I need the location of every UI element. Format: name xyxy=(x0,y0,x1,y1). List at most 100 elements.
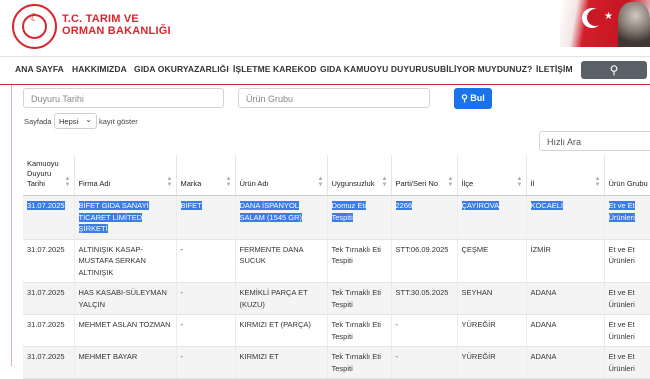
column-header-company[interactable]: Firma Adı ▲ ▼ xyxy=(74,155,177,196)
table-cell: BİFET xyxy=(176,195,236,240)
table-cell: 31.07.2025 xyxy=(23,195,75,240)
column-header-label: Ürün Adı xyxy=(239,179,269,188)
cell-text: Domuz Eti Tespiti xyxy=(331,201,367,222)
table-cell: MEHMET BAYAR xyxy=(74,346,177,379)
nav-item-biliyor-muydunuz[interactable]: BİLİYOR MUYDUNUZ? xyxy=(440,64,532,74)
nav-item-isletme-karekod[interactable]: İŞLETME KAREKOD xyxy=(233,64,317,74)
table-cell: MEHMET ASLAN TOZMAN xyxy=(74,314,177,347)
column-header-district[interactable]: İlçe ▲ ▼ xyxy=(457,155,527,196)
nav-item-gida-kamuoyu-duyurusu[interactable]: GIDA KAMUOYU DUYURUSU xyxy=(320,64,440,74)
main-content: Duyuru Tarihi Ürün Grubu ⚲ Bul Sayfada H… xyxy=(0,85,650,379)
column-header-label: Marka xyxy=(180,179,202,188)
product-group-input[interactable]: Ürün Grubu xyxy=(238,88,430,108)
table-cell: KIRMIZI ET (PARÇA) xyxy=(235,314,328,347)
page-size-select[interactable]: Hepsi ⌄ xyxy=(54,113,97,129)
table-cell: Domuz Eti Tespiti xyxy=(327,195,392,240)
table-cell: İZMİR xyxy=(526,239,605,283)
chevron-down-icon: ⌄ xyxy=(85,115,92,124)
column-header-product[interactable]: Ürün Adı ▲ ▼ xyxy=(235,155,328,196)
table-row[interactable]: 31.07.2025 MEHMET ASLAN TOZMAN - KIRMIZI… xyxy=(23,314,650,347)
column-header-date[interactable]: Kamuoyu Duyuru Tarihi ▲ ▼ xyxy=(23,155,75,196)
page-size-value: Hepsi xyxy=(59,117,79,126)
table-cell: Et ve Et Ürünleri xyxy=(604,282,650,315)
announcements-table: Kamuoyu Duyuru Tarihi ▲ ▼ Firma Adı ▲ ▼ Mark… xyxy=(23,155,650,379)
column-header-label: İl xyxy=(530,179,535,188)
table-header-row: Kamuoyu Duyuru Tarihi ▲ ▼ Firma Adı ▲ ▼ Mark… xyxy=(23,155,650,196)
table-row[interactable]: 31.07.2025 BİFET GIDA SANAYİ TİCARET LİM… xyxy=(23,195,650,240)
table-cell: ALTINIŞIK KASAP-MUSTAFA SERKAN ALTINIŞIK xyxy=(74,239,177,283)
table-cell: Tek Tırnaklı Eti Tespiti xyxy=(327,282,392,315)
nav-search-button[interactable]: ⚲ xyxy=(581,61,647,79)
column-header-label: İlçe xyxy=(461,179,474,188)
column-header-batch[interactable]: Parti/Seri No ▲ ▼ xyxy=(391,155,458,196)
column-header-label: Firma Adı xyxy=(78,179,111,188)
table-cell: 31.07.2025 xyxy=(23,239,75,283)
announcement-date-input[interactable]: Duyuru Tarihi xyxy=(23,88,224,108)
sort-icon: ▲ ▼ xyxy=(64,176,71,188)
column-header-brand[interactable]: Marka ▲ ▼ xyxy=(176,155,236,196)
content-divider xyxy=(11,85,12,366)
nav-item-hakkimizda[interactable]: HAKKIMIZDA xyxy=(72,64,127,74)
table-cell: SEYHAN xyxy=(457,282,527,315)
find-button-label: Bul xyxy=(470,93,485,103)
cell-text: Et ve Et Ürünleri xyxy=(608,201,635,222)
table-cell: Et ve Et Ürünleri xyxy=(604,195,650,240)
search-icon: ⚲ xyxy=(461,93,468,103)
sort-icon: ▲ ▼ xyxy=(166,176,173,188)
site-header: ☾ T.C. TARIM VE ORMAN BAKANLIĞI ★ xyxy=(0,0,650,55)
table-cell: KOCAELİ xyxy=(526,195,605,240)
table-cell: Et ve Et Ürünleri xyxy=(604,346,650,379)
find-button[interactable]: ⚲ Bul xyxy=(454,88,492,109)
table-cell: - xyxy=(176,346,236,379)
table-cell: ADANA xyxy=(526,314,605,347)
cell-text: 31.07.2025 xyxy=(27,201,65,210)
sort-icon: ▲ ▼ xyxy=(594,176,601,188)
table-cell: DANA İSPANYOL SALAM (1545 GR) xyxy=(235,195,328,240)
table-cell: KEMİKLİ PARÇA ET (KUZU) xyxy=(235,282,328,315)
table-cell: ADANA xyxy=(526,346,605,379)
page-size-prefix: Sayfada xyxy=(24,117,52,126)
table-cell: Et ve Et Ürünleri xyxy=(604,314,650,347)
table-row[interactable]: 31.07.2025 HAS KASABI-SÜLEYMAN YALÇIN - … xyxy=(23,282,650,315)
sort-icon: ▲ ▼ xyxy=(516,176,523,188)
table-cell: ADANA xyxy=(526,282,605,315)
flag-banner-image: ★ xyxy=(560,0,650,47)
table-cell: FERMENTE DANA SUCUK xyxy=(235,239,328,283)
column-header-nonconformity[interactable]: Uygunsuzluk ▲ ▼ xyxy=(327,155,392,196)
search-icon: ⚲ xyxy=(609,63,619,77)
ministry-logo-icon[interactable]: ☾ xyxy=(12,4,57,49)
cell-text: 2266 xyxy=(395,201,413,210)
table-cell: 2266 xyxy=(391,195,458,240)
table-row[interactable]: 31.07.2025 ALTINIŞIK KASAP-MUSTAFA SERKA… xyxy=(23,239,650,283)
table-cell: Tek Tırnaklı Eti Tespiti xyxy=(327,239,392,283)
quick-search-input[interactable]: Hızlı Ara xyxy=(539,131,650,151)
table-cell: 31.07.2025 xyxy=(23,314,75,347)
column-header-province[interactable]: İl ▲ ▼ xyxy=(526,155,605,196)
table-cell: - xyxy=(391,346,458,379)
column-header-product-group[interactable]: Ürün Grubu xyxy=(604,155,650,196)
table-cell: STT:06.09.2025 xyxy=(391,239,458,283)
table-cell: Tek Tırnaklı Eti Tespiti xyxy=(327,346,392,379)
sort-icon: ▲ ▼ xyxy=(447,176,454,188)
sort-icon: ▲ ▼ xyxy=(225,176,232,188)
column-header-label: Parti/Seri No xyxy=(395,179,439,188)
table-cell: Tek Tırnaklı Eti Tespiti xyxy=(327,314,392,347)
table-cell: - xyxy=(176,282,236,315)
nav-item-gida-okuryazarligi[interactable]: GIDA OKURYAZARLIĞI xyxy=(134,64,229,74)
ministry-name-line2: ORMAN BAKANLIĞI xyxy=(62,25,171,37)
cell-text: ÇAYIROVA xyxy=(461,201,500,210)
table-cell: Et ve Et Ürünleri xyxy=(604,239,650,283)
cell-text: BİFET GIDA SANAYİ TİCARET LİMİTED ŞİRKET… xyxy=(78,201,149,233)
cell-text: DANA İSPANYOL SALAM (1545 GR) xyxy=(239,201,303,222)
cell-text: KOCAELİ xyxy=(530,201,564,210)
main-nav: ANA SAYFA HAKKIMIZDA GIDA OKURYAZARLIĞI … xyxy=(0,56,650,86)
table-row[interactable]: 31.07.2025 MEHMET BAYAR - KIRMIZI ET Tek… xyxy=(23,346,650,379)
ministry-name-line1: T.C. TARIM VE xyxy=(62,13,139,25)
ministry-name[interactable]: T.C. TARIM VE ORMAN BAKANLIĞI xyxy=(62,13,171,37)
nav-item-iletisim[interactable]: İLETİŞİM xyxy=(536,64,573,74)
table-cell: BİFET GIDA SANAYİ TİCARET LİMİTED ŞİRKET… xyxy=(74,195,177,240)
column-header-label: Uygunsuzluk xyxy=(331,179,375,188)
sort-icon: ▲ ▼ xyxy=(317,176,324,188)
nav-item-ana-sayfa[interactable]: ANA SAYFA xyxy=(15,64,64,74)
table-cell: STT:30.05.2025 xyxy=(391,282,458,315)
